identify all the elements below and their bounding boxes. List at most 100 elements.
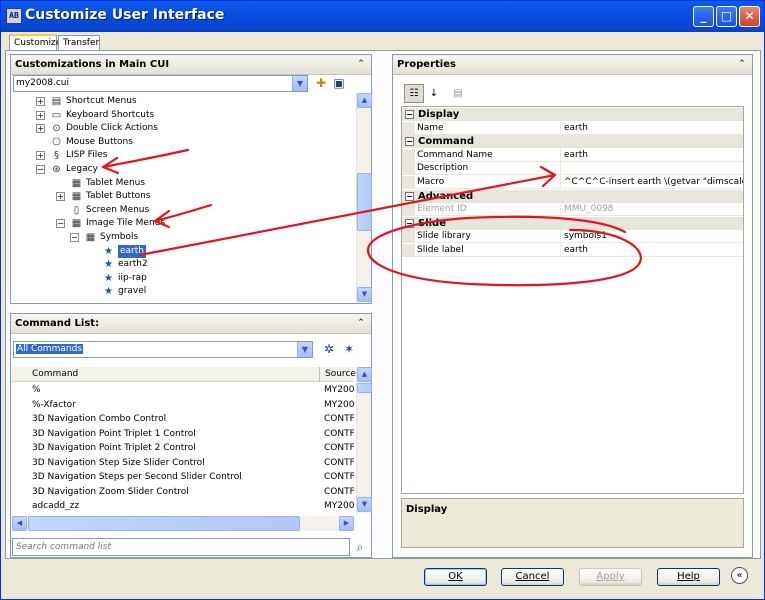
category-collapse-icon[interactable]: −: [405, 137, 414, 147]
property-value[interactable]: ^C^C^C-insert earth \(getvar "dimscale")…: [561, 176, 743, 189]
command-row[interactable]: 3D Navigation Point Triplet 1 Control CON…: [12, 427, 354, 441]
cui-file-combo[interactable]: my2008.cui ▼: [13, 75, 308, 92]
title-bar[interactable]: AB Customize User Interface _ □ ✕: [1, 1, 764, 32]
scroll-up-icon[interactable]: ▲: [357, 367, 372, 382]
tree-scrollbar[interactable]: ▲ ▼: [356, 93, 372, 303]
cui-tree[interactable]: + ▤ Shortcut Menus + ▭ Keyboard Shortcuts + ⊙ Do…: [12, 93, 354, 303]
command-row[interactable]: 3D Navigation Point Triplet 2 Control CON…: [12, 441, 354, 455]
scroll-down-icon[interactable]: ▼: [357, 497, 372, 512]
collapse-command-list-icon[interactable]: ⌃: [355, 318, 367, 330]
command-name: 3D Navigation Combo Control: [32, 414, 167, 424]
property-row[interactable]: Macro ^C^C^C-insert earth \(getvar "dimsc…: [402, 176, 743, 189]
tab-customize[interactable]: Customize: [9, 34, 61, 51]
command-row[interactable]: % MY200: [12, 383, 354, 397]
command-list-vscroll[interactable]: ▲ ▼: [356, 367, 372, 513]
tree-item[interactable]: ▯ Screen Menus: [12, 204, 352, 217]
tree-expander-icon[interactable]: −: [36, 165, 45, 174]
tree-item[interactable]: + ⊙ Double Click Actions: [12, 122, 352, 135]
scroll-down-icon[interactable]: ▼: [357, 287, 372, 302]
command-row[interactable]: %-Xfactor MY200: [12, 398, 354, 412]
tree-expander-icon[interactable]: +: [56, 192, 65, 202]
alphabetical-sort-icon[interactable]: ↓: [424, 84, 444, 103]
command-row[interactable]: 3D Navigation Step Size Slider Control CO…: [12, 456, 354, 470]
new-command-icon[interactable]: ✲: [321, 341, 337, 357]
tree-expander-icon[interactable]: +: [36, 97, 45, 106]
property-row[interactable]: Command Name earth: [402, 148, 743, 162]
tree-expander-icon[interactable]: +: [36, 151, 45, 161]
close-button[interactable]: ✕: [739, 6, 760, 27]
categorized-icon[interactable]: ☷: [404, 84, 424, 103]
search-command-input[interactable]: Search command list: [12, 538, 350, 556]
star-icon[interactable]: ✶: [341, 341, 357, 357]
chevron-down-icon[interactable]: ▼: [297, 342, 312, 357]
command-list[interactable]: % MY200 %-Xfactor MY200 3D Navigation Combo …: [12, 383, 354, 515]
collapse-properties-icon[interactable]: ⌃: [736, 59, 748, 71]
cancel-button[interactable]: Cancel: [501, 568, 564, 586]
tree-expander-icon[interactable]: −: [70, 233, 79, 242]
command-list-hscroll[interactable]: ◀ ▶: [12, 516, 354, 531]
scroll-left-icon[interactable]: ◀: [12, 516, 27, 531]
tree-expander-icon[interactable]: −: [56, 219, 65, 229]
property-category[interactable]: − Advanced: [402, 189, 743, 203]
property-value[interactable]: [561, 162, 743, 176]
tree-item[interactable]: + ▤ Shortcut Menus: [12, 95, 352, 108]
command-row[interactable]: 3D Navigation Steps per Second Slider Co…: [12, 470, 354, 484]
maximize-button[interactable]: □: [716, 6, 737, 27]
tree-item[interactable]: + ▭ Keyboard Shortcuts: [12, 109, 352, 122]
tree-item[interactable]: − ▦ Image Tile Menus: [12, 217, 352, 230]
tree-item[interactable]: ★ gravel: [12, 285, 352, 298]
category-collapse-icon[interactable]: −: [405, 218, 414, 228]
chevron-down-icon[interactable]: ▼: [292, 76, 307, 91]
tree-expander-icon[interactable]: +: [36, 110, 45, 120]
scroll-thumb[interactable]: [357, 383, 372, 393]
command-row[interactable]: adcadd_zz MY200: [12, 499, 354, 513]
tree-expander-icon[interactable]: +: [36, 124, 45, 134]
scroll-up-icon[interactable]: ▲: [357, 93, 372, 108]
tree-item[interactable]: − ⊛ Legacy: [12, 163, 352, 176]
tree-item[interactable]: ★ earth2: [12, 258, 352, 271]
scroll-right-icon[interactable]: ▶: [339, 516, 354, 531]
property-row[interactable]: Name earth: [402, 121, 743, 135]
property-category[interactable]: − Slide: [402, 216, 743, 230]
property-row[interactable]: Slide library symbols1: [402, 230, 743, 244]
property-value[interactable]: earth: [561, 149, 743, 162]
category-collapse-icon[interactable]: −: [405, 110, 414, 119]
property-row[interactable]: Element ID MMU_0098: [402, 203, 743, 217]
ok-button[interactable]: OK: [424, 568, 487, 586]
property-grid[interactable]: − Display Name earth − Command Command Name ear…: [401, 106, 744, 494]
property-value[interactable]: symbols1: [561, 230, 743, 244]
save-icon[interactable]: ▣: [331, 75, 347, 91]
property-value[interactable]: earth: [561, 244, 743, 257]
tab-transfer[interactable]: Transfer: [58, 35, 100, 51]
column-source[interactable]: Source: [325, 367, 356, 382]
minimize-button[interactable]: _: [693, 6, 714, 27]
command-source: CONTF: [324, 443, 354, 453]
hscroll-thumb[interactable]: [28, 516, 300, 531]
property-value[interactable]: earth: [561, 122, 743, 135]
property-row[interactable]: Slide label earth: [402, 244, 743, 257]
tree-item[interactable]: ⎔ Mouse Buttons: [12, 136, 352, 149]
property-category[interactable]: − Display: [402, 108, 743, 121]
tree-item[interactable]: ▦ Tablet Menus: [12, 177, 352, 190]
tree-item[interactable]: + § LISP Files: [12, 149, 352, 162]
property-pages-icon[interactable]: ▤: [448, 84, 468, 103]
property-category[interactable]: − Command: [402, 135, 743, 149]
apply-button[interactable]: Apply: [579, 568, 642, 586]
collapse-dialog-icon[interactable]: «: [731, 567, 748, 584]
command-row[interactable]: 3D Navigation Zoom Slider Control CONTF: [12, 485, 354, 499]
category-collapse-icon[interactable]: −: [405, 191, 414, 201]
property-row[interactable]: Description: [402, 162, 743, 176]
tree-item[interactable]: − ▦ Symbols: [12, 231, 352, 244]
command-name: adcadd_zz: [32, 501, 80, 511]
command-row[interactable]: 3D Navigation Combo Control CONTF: [12, 412, 354, 426]
tree-item[interactable]: ★ iip-rap: [12, 272, 352, 285]
tree-item[interactable]: ★ earth: [12, 244, 352, 258]
command-filter-combo[interactable]: All Commands ▼: [13, 341, 313, 358]
scroll-thumb[interactable]: [357, 173, 372, 231]
collapse-customizations-icon[interactable]: ⌃: [355, 59, 367, 71]
help-button[interactable]: Help: [657, 568, 720, 586]
column-command[interactable]: Command: [32, 367, 78, 382]
search-icon[interactable]: ⌕: [352, 539, 368, 555]
tree-item[interactable]: + ▦ Tablet Buttons: [12, 190, 352, 203]
load-partial-icon[interactable]: ✚: [313, 75, 329, 91]
